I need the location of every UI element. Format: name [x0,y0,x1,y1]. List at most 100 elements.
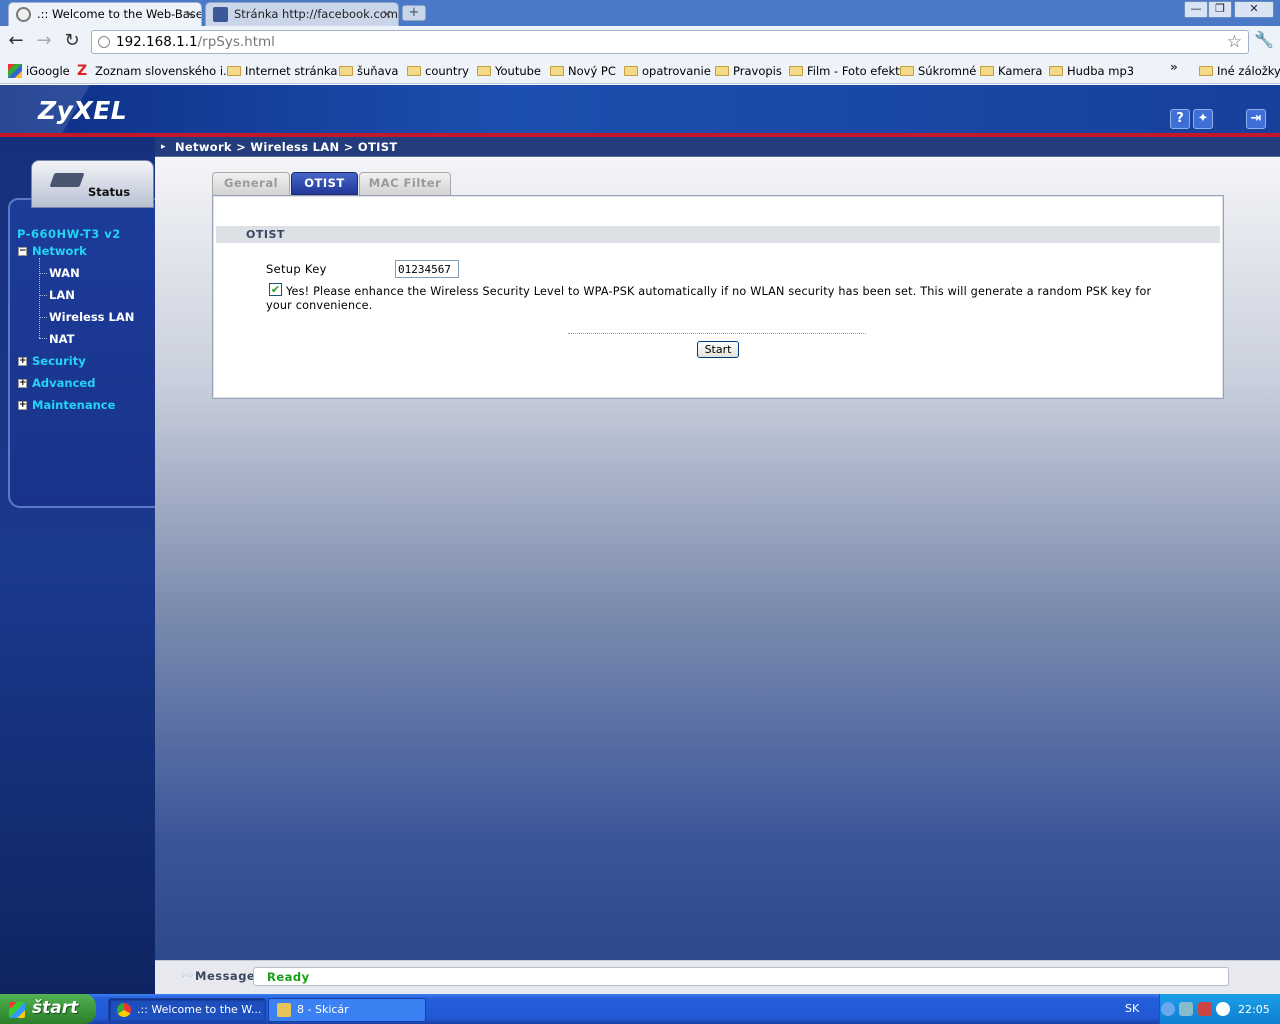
expand-icon[interactable]: + [18,357,27,366]
url-path: /rpSys.html [197,34,275,50]
reload-icon[interactable]: ↻ [60,30,84,54]
restore-icon[interactable]: ❐ [1208,1,1232,18]
tab-otist[interactable]: OTIST [291,172,358,195]
status-tab[interactable]: Status [31,160,154,208]
wpa-psk-checkbox[interactable]: ✔ [269,283,282,296]
folder-icon [1199,66,1213,76]
page-icon [98,36,110,48]
bookmark-folder[interactable]: Kamera [980,62,1042,80]
back-arrow-icon[interactable]: ← [4,30,28,54]
folder-icon [407,66,421,76]
security-alert-icon[interactable] [1198,1002,1212,1016]
igoogle-icon [8,64,22,78]
bookmark-zoznam[interactable]: Z Zoznam slovenského i... [77,62,234,80]
bookmark-folder[interactable]: Pravopis [715,62,782,80]
facebook-icon [213,7,228,22]
bookmark-label: Pravopis [733,64,782,78]
zyxel-logo: ZyXEL [38,96,128,125]
bookmark-label: Zoznam slovenského i... [95,64,234,78]
menu-security[interactable]: Security [32,354,86,368]
bookmark-folder[interactable]: Internet stránka [227,62,337,80]
bookmark-label: Iné záložky [1217,64,1280,78]
bookmark-folder[interactable]: Nový PC [550,62,616,80]
close-window-icon[interactable]: ✕ [1234,1,1274,18]
forward-arrow-icon[interactable]: → [32,30,56,54]
browser-tabstrip: .:: Welcome to the Web-Based × Stránka h… [0,0,1280,26]
address-bar[interactable]: 192.168.1.1/rpSys.html ☆ [91,30,1249,54]
device-model: P-660HW-T3 v2 [17,227,121,241]
tray-expand-icon[interactable] [1161,1002,1175,1016]
setup-key-label: Setup Key [266,262,327,276]
router-header [0,85,1280,135]
menu-maintenance[interactable]: Maintenance [32,398,115,412]
bookmark-folder[interactable]: Hudba mp3 [1049,62,1134,80]
new-tab-button[interactable]: + [402,5,426,21]
section-header [216,226,1220,243]
start-button[interactable]: Start [697,341,739,358]
tree-branch [39,317,47,318]
folder-icon [900,66,914,76]
menu-advanced[interactable]: Advanced [32,376,95,390]
menu-nat[interactable]: NAT [49,332,74,346]
language-indicator[interactable]: SK [1125,1002,1139,1015]
tab-mac-filter[interactable]: MAC Filter [359,172,451,195]
close-tab-icon[interactable]: × [382,3,392,25]
bookmark-label: Kamera [998,64,1043,78]
clock: 22:05 [1238,1003,1270,1016]
menu-network[interactable]: Network [32,244,87,258]
menu-lan[interactable]: LAN [49,288,75,302]
browser-tab-title: .:: Welcome to the Web-Based [37,7,202,21]
browser-tab-facebook[interactable]: Stránka http://facebook.com/ × [205,2,399,26]
bookmark-folder[interactable]: opatrovanie [624,62,711,80]
other-bookmarks[interactable]: Iné záložky [1199,62,1280,80]
collapse-icon[interactable]: − [18,247,27,256]
bookmark-label: iGoogle [26,64,70,78]
help-icon[interactable]: ? [1170,109,1190,129]
url-host: 192.168.1.1 [116,34,198,50]
message-dots-icon: ⁘⁘ [180,971,194,981]
bookmark-star-icon[interactable]: ☆ [1227,31,1242,53]
taskbar-item-chrome[interactable]: .:: Welcome to the W... [108,998,266,1022]
breadcrumb: Network > Wireless LAN > OTIST [175,140,398,154]
taskbar-item-label: .:: Welcome to the W... [137,1003,262,1016]
network-icon[interactable] [1179,1002,1193,1016]
windows-logo-icon [9,1002,25,1018]
close-tab-icon[interactable]: × [185,3,195,25]
bookmark-folder[interactable]: šuňava [339,62,398,80]
folder-icon [1049,66,1063,76]
tree-branch [39,338,47,339]
wrench-icon[interactable]: 🔧 [1254,30,1274,49]
expand-icon[interactable]: + [18,401,27,410]
bookmark-label: country [425,64,469,78]
bookmark-igoogle[interactable]: iGoogle [8,62,70,80]
tree-line [39,258,40,338]
taskbar-item-paint[interactable]: 8 - Skicár [268,998,426,1022]
status-tab-label: Status [88,185,131,199]
minimize-icon[interactable]: — [1184,1,1208,18]
bookmark-label: Film - Foto efekt [807,64,900,78]
browser-tab-router[interactable]: .:: Welcome to the Web-Based × [8,2,202,26]
logout-icon[interactable]: ⇥ [1246,109,1266,129]
tab-general[interactable]: General [212,172,290,195]
bookmark-folder[interactable]: Film - Foto efekt [789,62,900,80]
bookmarks-overflow-icon[interactable]: » [1170,60,1178,74]
menu-wireless-lan[interactable]: Wireless LAN [49,310,134,324]
browser-toolbar: ← → ↻ 192.168.1.1/rpSys.html ☆ 🔧 [0,26,1280,58]
bookmark-label: Súkromné [918,64,977,78]
message-label: Message [195,969,256,983]
checkbox-label: Yes! Please enhance the Wireless Securit… [266,285,1152,312]
expand-icon[interactable]: + [18,379,27,388]
bookmark-folder[interactable]: Youtube [477,62,541,80]
setup-key-input[interactable] [395,260,459,278]
wizard-icon[interactable]: ✦ [1193,109,1213,129]
tree-branch [39,273,47,274]
bookmark-folder[interactable]: country [407,62,469,80]
tree-branch [39,295,47,296]
page-globe-icon [16,7,31,22]
folder-icon [624,66,638,76]
paint-icon [277,1003,291,1017]
update-icon[interactable] [1216,1002,1230,1016]
section-title: OTIST [246,228,285,241]
menu-wan[interactable]: WAN [49,266,80,280]
bookmark-folder[interactable]: Súkromné [900,62,976,80]
